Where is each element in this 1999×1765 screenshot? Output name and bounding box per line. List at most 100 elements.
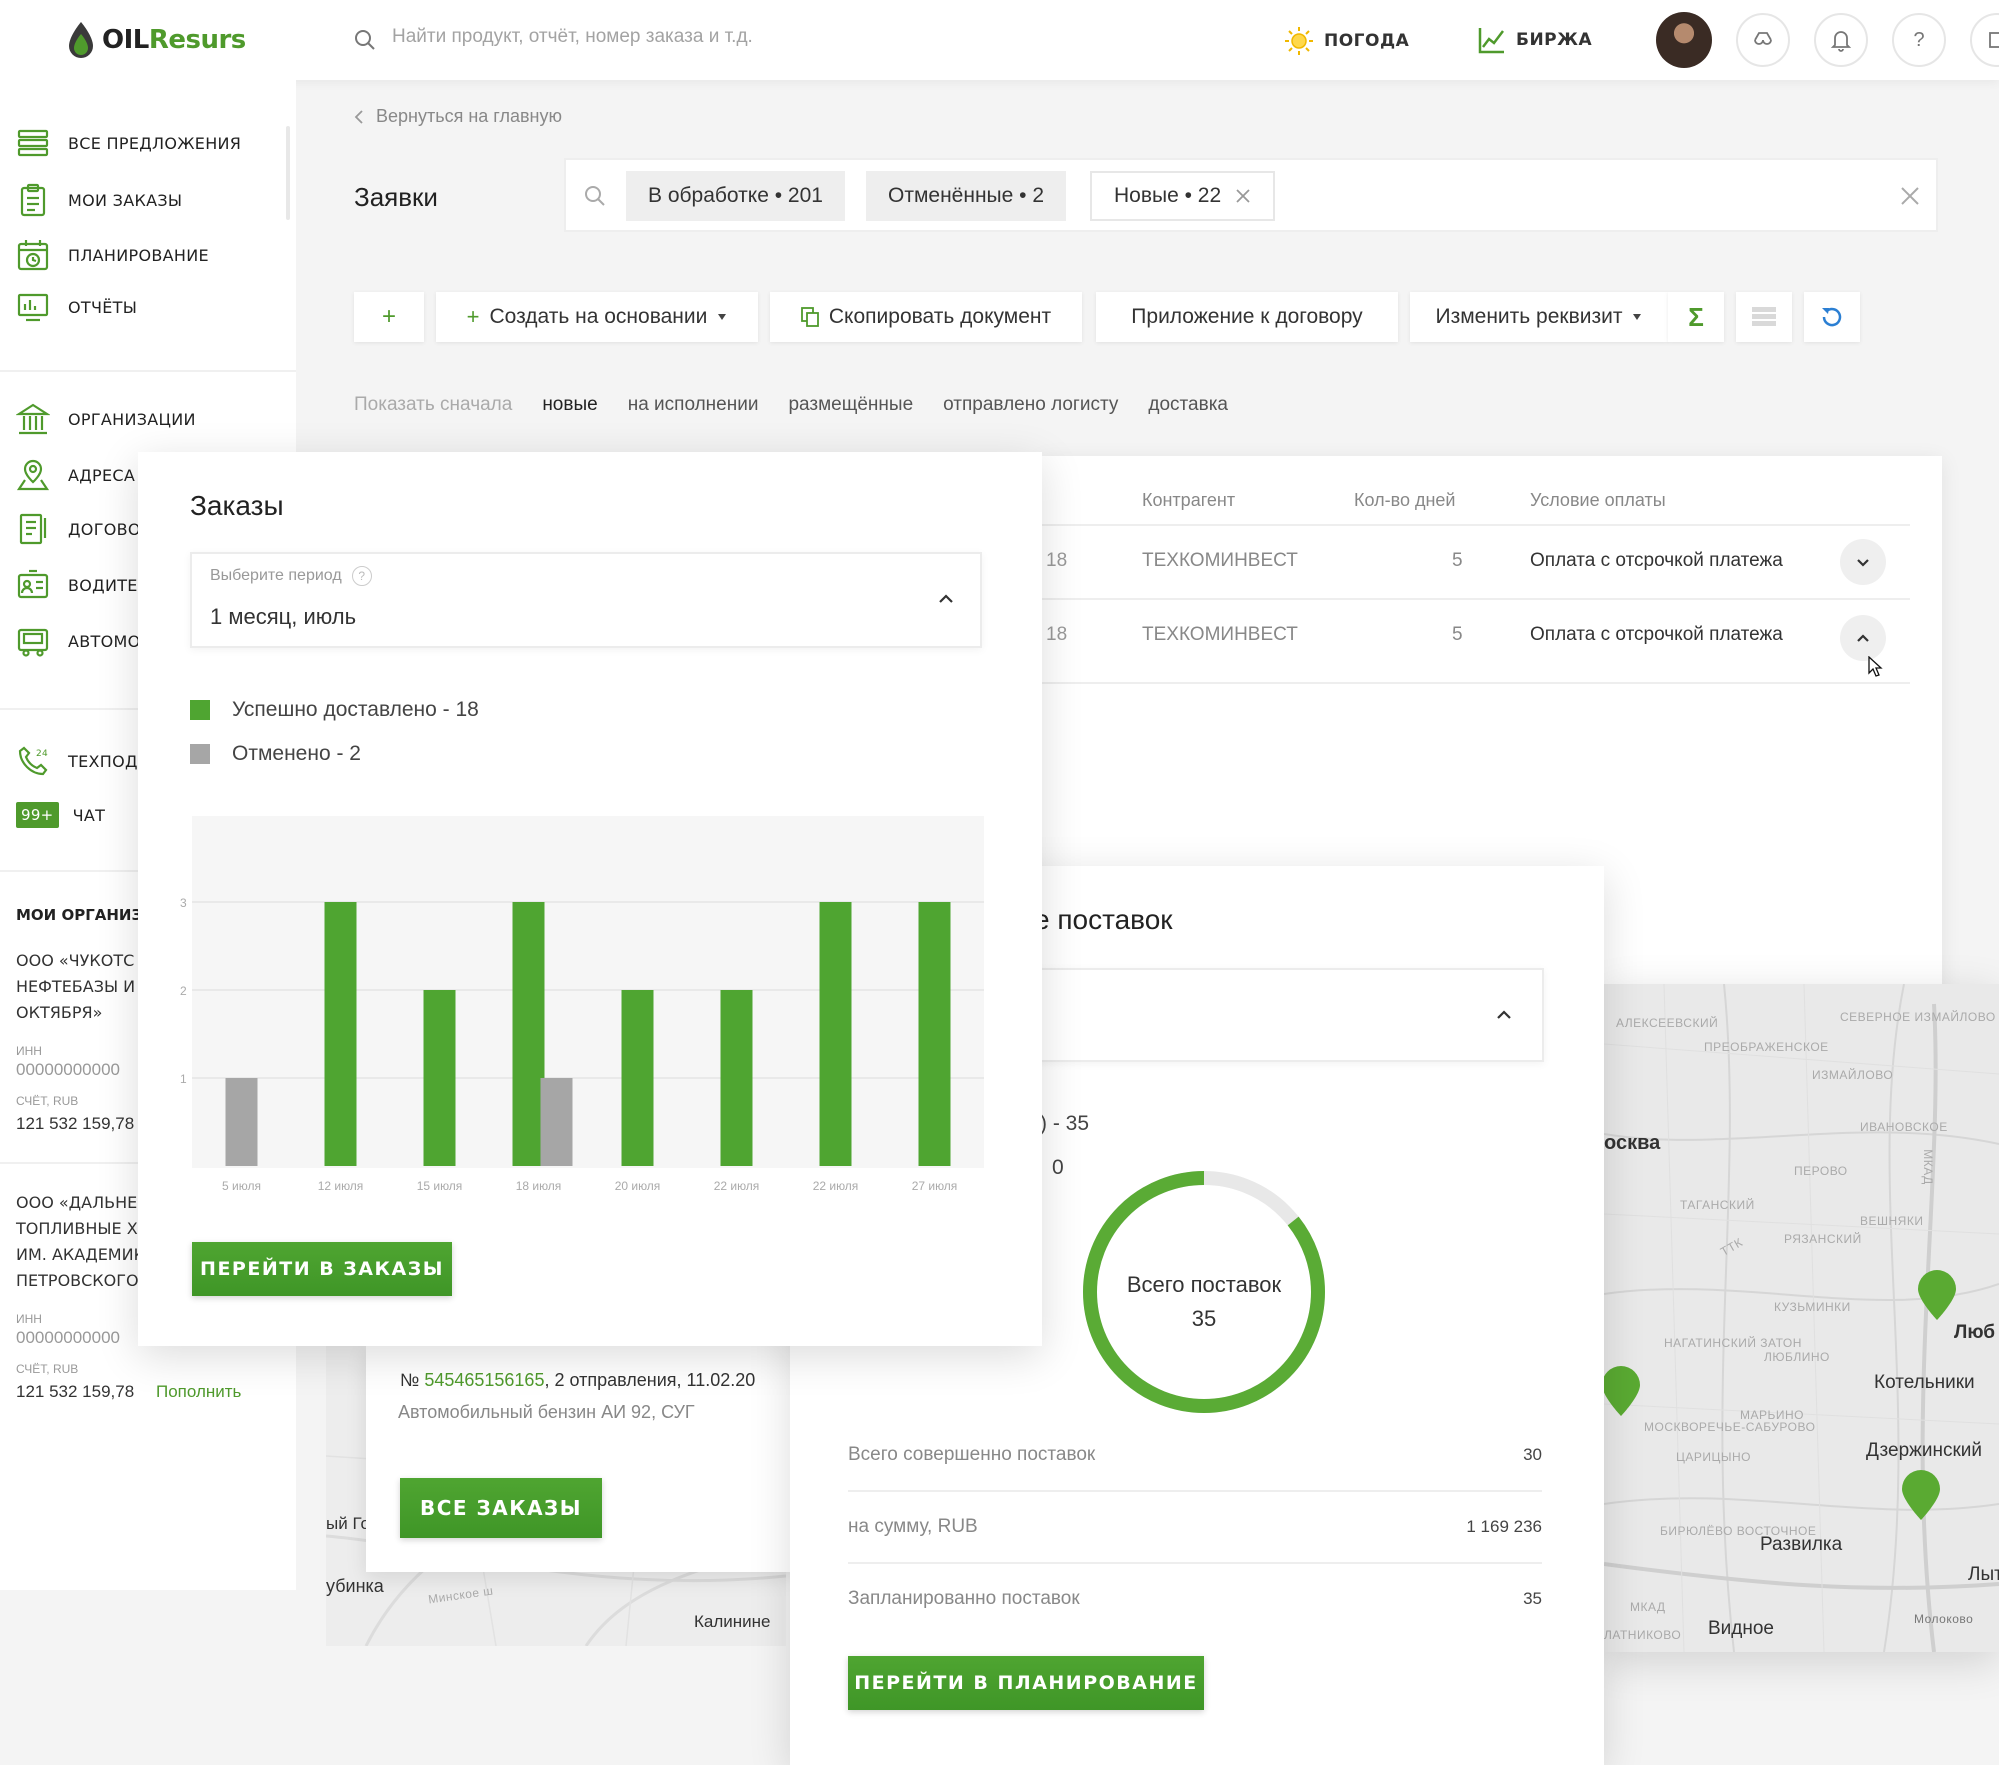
refresh-button[interactable] [1804, 292, 1860, 342]
bar-delivered[interactable] [512, 902, 545, 1166]
sidebar-scrollbar[interactable] [286, 126, 290, 220]
chevron-up-icon [1497, 1010, 1511, 1019]
legend-swatch [190, 744, 210, 764]
collapse-button[interactable] [1840, 615, 1886, 661]
sidebar-item-vehicles[interactable]: АВТОМО [16, 624, 141, 658]
org-name[interactable]: ООО «ДАЛЬНЕ ТОПЛИВНЫЕ Х ИМ. АКАДЕМИК ПЕТ… [16, 1190, 145, 1294]
sidebar-item-reports[interactable]: ОТЧЁТЫ [16, 292, 137, 322]
donut-label: Всего поставок [1126, 1272, 1282, 1297]
sort-option[interactable]: доставка [1148, 394, 1228, 416]
list-icon [17, 129, 49, 157]
topup-link[interactable]: Пополнить [156, 1382, 241, 1402]
exit-button[interactable] [1970, 13, 1999, 67]
notifications-button[interactable] [1814, 13, 1868, 67]
sort-option[interactable]: новые [542, 394, 597, 416]
sidebar-item-all-offers[interactable]: ВСЕ ПРЕДЛОЖЕНИЯ [16, 128, 241, 158]
breadcrumb[interactable]: Вернуться на главную [354, 106, 562, 127]
stat-row: Запланированно поставок 35 [848, 1588, 1542, 1609]
x-tick-label: 22 июля [714, 1179, 760, 1193]
inn-value: 00000000000 [16, 1328, 121, 1347]
map-marker-icon[interactable] [1916, 1270, 1958, 1322]
create-based-button[interactable]: + Создать на основании [436, 292, 758, 342]
map-marker-icon[interactable] [1900, 1470, 1942, 1522]
sidebar-item-organizations[interactable]: ОРГАНИЗАЦИИ [16, 402, 196, 436]
change-requisite-button[interactable]: Изменить реквизит [1410, 292, 1668, 342]
bar-delivered[interactable] [918, 902, 951, 1166]
avatar[interactable] [1656, 12, 1712, 68]
bar-delivered[interactable] [423, 990, 456, 1166]
bar-cancelled[interactable] [225, 1078, 258, 1166]
supplies-title: е поставок [1034, 904, 1173, 935]
go-to-orders-button[interactable]: ПЕРЕЙТИ В ЗАКАЗЫ [192, 1242, 452, 1296]
weather-link[interactable]: ПОГОДА [1284, 26, 1409, 56]
account-label: СЧЁТ, RUB [16, 1362, 79, 1376]
sidebar-item-my-orders[interactable]: МОИ ЗАКАЗЫ [16, 183, 182, 217]
logo[interactable]: OILResurs [66, 18, 246, 62]
contract-icon [19, 513, 47, 545]
bar-delivered[interactable] [324, 902, 357, 1166]
compare-button[interactable] [1736, 13, 1790, 67]
sidebar-item-drivers[interactable]: ВОДИТЕ [16, 568, 138, 602]
sidebar-item-addresses[interactable]: АДРЕСА [16, 458, 135, 492]
help-icon[interactable]: ? [351, 566, 372, 586]
org-name[interactable]: ООО «ЧУКОТС НЕФТЕБАЗЫ И ОКТЯБРЯ» [16, 948, 135, 1026]
bar-delivered[interactable] [621, 990, 654, 1166]
sort-option[interactable]: размещённые [788, 394, 913, 416]
add-button[interactable]: + [354, 292, 424, 342]
sort-option[interactable]: на исполнении [628, 394, 759, 416]
x-tick-label: 5 июля [222, 1179, 261, 1193]
supplies-period-select[interactable] [1000, 968, 1544, 1062]
x-tick-label: 18 июля [516, 1179, 562, 1193]
legend-item: Отменено - 2 [190, 742, 361, 766]
bar-cancelled[interactable] [540, 1078, 573, 1166]
my-orgs-title: МОИ ОРГАНИЗ [16, 906, 143, 924]
bar-delivered[interactable] [819, 902, 852, 1166]
column-header[interactable]: Условие оплаты [1530, 490, 1666, 511]
copy-document-button[interactable]: Скопировать документ [770, 292, 1082, 342]
delivery-map[interactable]: АЛЕКСЕЕВСКИЙ СЕВЕРНОЕ ИЗМАЙЛОВО ПРЕОБРАЖ… [1604, 984, 1999, 1652]
exit-icon [1989, 32, 1999, 48]
go-to-planning-button[interactable]: ПЕРЕЙТИ В ПЛАНИРОВАНИЕ [848, 1656, 1204, 1710]
order-number-line: № 545465156165, 2 отправления, 11.02.20 [400, 1370, 756, 1390]
all-orders-button[interactable]: ВСЕ ЗАКАЗЫ [400, 1478, 602, 1538]
exchange-link[interactable]: БИРЖА [1478, 26, 1592, 54]
help-button[interactable]: ? [1892, 13, 1946, 67]
stat-divider [848, 1490, 1542, 1492]
logo-text: OILResurs [102, 25, 246, 55]
table-row[interactable]: 18 ТЕХКОМИНВЕСТ 5 Оплата с отсрочкой пла… [1040, 526, 1910, 598]
filter-chip[interactable]: Новые • 22 [1090, 171, 1276, 221]
sidebar-item-support[interactable]: 24 ТЕХПОД [16, 744, 138, 778]
bar-delivered[interactable] [720, 990, 753, 1166]
truck-icon [17, 628, 49, 657]
order-number-link[interactable]: 545465156165 [424, 1370, 544, 1390]
phone-24-icon: 24 [18, 746, 48, 776]
sum-button[interactable]: Σ [1668, 292, 1724, 342]
sidebar-item-chat[interactable]: 99+ ЧАТ [16, 802, 105, 828]
chart-line-icon [1478, 28, 1504, 54]
table-row[interactable]: 18 ТЕХКОМИНВЕСТ 5 Оплата с отсрочкой пла… [1040, 600, 1910, 672]
cursor-icon [1868, 656, 1883, 677]
period-select[interactable]: Выберите период ? 1 месяц, июль [190, 552, 982, 648]
column-header[interactable]: Кол-во дней [1354, 490, 1455, 511]
sidebar-item-contracts[interactable]: ДОГОВО [16, 512, 141, 546]
period-label-row: Выберите период ? [210, 566, 372, 586]
sort-option[interactable]: отправлено логисту [943, 394, 1118, 416]
copy-icon [800, 307, 819, 327]
calendar-clock-icon [17, 240, 49, 271]
clear-icon[interactable] [1900, 186, 1920, 206]
expand-button[interactable] [1840, 539, 1886, 585]
refresh-icon [1822, 307, 1842, 327]
map-marker-icon[interactable] [1604, 1366, 1642, 1418]
close-icon[interactable] [1235, 188, 1251, 204]
table-view-button[interactable] [1736, 292, 1792, 342]
column-header[interactable]: Контрагент [1142, 490, 1235, 511]
sidebar-item-planning[interactable]: ПЛАНИРОВАНИЕ [16, 238, 209, 272]
table-icon [1752, 307, 1776, 326]
filter-chip[interactable]: В обработке • 201 [626, 171, 845, 221]
filter-chip[interactable]: Отменённые • 2 [866, 171, 1067, 221]
order-card[interactable]: № 545465156165, 2 отправления, 11.02.20 … [366, 1346, 798, 1572]
contract-appendix-button[interactable]: Приложение к договору [1096, 292, 1398, 342]
filter-box[interactable]: В обработке • 201 Отменённые • 2 Новые •… [564, 158, 1938, 232]
row-divider [1040, 682, 1910, 684]
search-input[interactable] [392, 26, 912, 48]
